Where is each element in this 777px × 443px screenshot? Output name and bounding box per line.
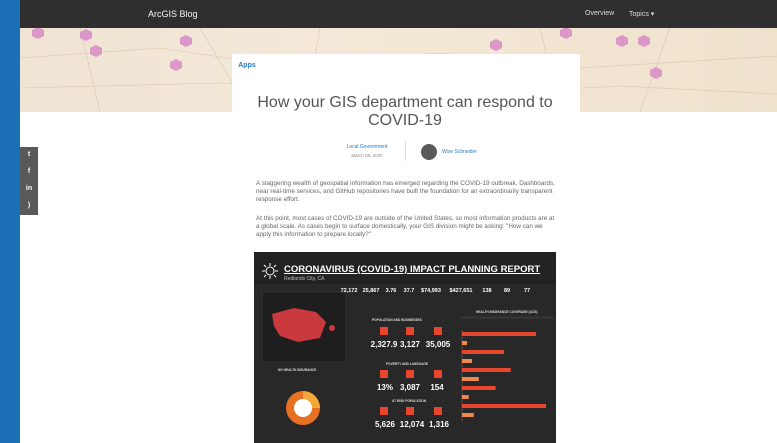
- big-stat-value: 3,127: [399, 340, 421, 349]
- article-category-link[interactable]: Local Government: [338, 144, 396, 150]
- rss-icon[interactable]: ): [24, 201, 34, 211]
- children-icon: [406, 407, 414, 415]
- disability-icon: [434, 370, 442, 378]
- bar-chart-legend: [460, 316, 554, 319]
- stat-value: 138: [482, 288, 492, 294]
- linkedin-icon[interactable]: in: [24, 184, 34, 194]
- site-brand[interactable]: ArcGIS Blog: [148, 9, 198, 19]
- big-stat-value: 3,087: [399, 383, 421, 392]
- author-name-link[interactable]: Wise Schneider: [442, 149, 477, 155]
- share-sidebar: t f in ): [20, 147, 38, 215]
- coverage-bar: [462, 413, 474, 417]
- section-heading-poverty: POVERTY AND LANGUAGE: [386, 362, 428, 366]
- article-date: March 09, 2020: [351, 153, 383, 158]
- health-coverage-bars: [462, 332, 546, 417]
- population-icon: [380, 327, 388, 335]
- meta-divider: [405, 141, 406, 161]
- stat-value: 89: [503, 288, 511, 294]
- poverty-icon: [380, 370, 388, 378]
- households-icon: [406, 327, 414, 335]
- article-paragraph: A staggering wealth of geospatial inform…: [256, 180, 555, 203]
- section-heading-at-risk: AT RISK POPULATION: [392, 399, 427, 403]
- category-tag[interactable]: Apps: [232, 58, 262, 74]
- nav-topics-dropdown[interactable]: Topics ▾: [629, 10, 654, 18]
- facebook-icon[interactable]: f: [24, 167, 34, 177]
- browser-page: ArcGIS Blog Overview Topics ▾ Apps How y…: [20, 0, 777, 443]
- section-heading-population: POPULATION AND BUSINESSES: [372, 318, 422, 322]
- coverage-bar: [462, 332, 536, 336]
- coverage-bar: [462, 368, 511, 372]
- big-stat-value: 35,005: [425, 340, 451, 349]
- big-stat-value: 13%: [376, 383, 393, 392]
- city-satellite-area: [329, 325, 335, 331]
- coverage-bar: [462, 359, 473, 363]
- big-stat-value: 154: [430, 383, 444, 392]
- report-title: CORONAVIRUS (COVID-19) IMPACT PLANNING R…: [284, 264, 541, 275]
- coverage-bar: [462, 350, 504, 354]
- donut-chart-center: [294, 399, 312, 417]
- uninsured-icon: [434, 407, 442, 415]
- coverage-bar: [462, 386, 496, 390]
- twitter-icon[interactable]: t: [24, 150, 34, 160]
- no-health-insurance-label: NO HEALTH INSURANCE: [278, 368, 317, 372]
- author-avatar[interactable]: [421, 144, 437, 160]
- language-icon: [406, 370, 414, 378]
- coverage-bar: [462, 377, 479, 381]
- article-paragraph: At this point, most cases of COVID-19 ar…: [256, 215, 555, 238]
- seniors-icon: [380, 407, 388, 415]
- impact-report-image[interactable]: CORONAVIRUS (COVID-19) IMPACT PLANNING R…: [254, 252, 556, 443]
- big-stat-value: 1,316: [428, 420, 450, 429]
- article-title: How your GIS department can respond to C…: [257, 94, 553, 129]
- stat-value: $427,651: [449, 288, 473, 294]
- stat-value: $74,993: [421, 288, 441, 294]
- stat-value: 77: [523, 288, 531, 294]
- businesses-icon: [434, 327, 442, 335]
- coverage-bar: [462, 404, 546, 408]
- report-subtitle: Redlands City, CA: [284, 276, 325, 282]
- health-coverage-heading: HEALTH INSURANCE COVERAGE (ACS): [476, 310, 538, 314]
- coverage-bar: [462, 341, 468, 345]
- nav-overview-link[interactable]: Overview: [585, 10, 614, 17]
- coverage-bar: [462, 395, 469, 399]
- top-navigation-bar: ArcGIS Blog Overview Topics ▾: [20, 0, 777, 28]
